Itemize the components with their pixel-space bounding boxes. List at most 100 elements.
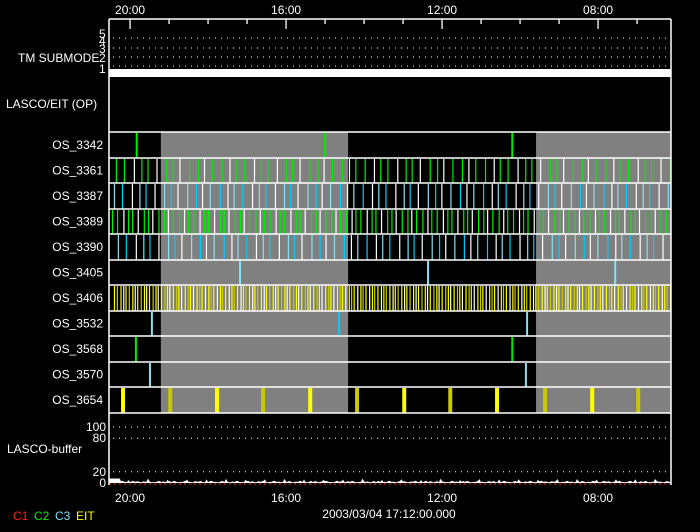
event-mark-os_3387 <box>403 184 405 209</box>
event-mark-os_3387 <box>290 184 292 209</box>
event-mark-os_3387 <box>321 184 323 209</box>
event-mark-os_3361 <box>572 159 574 183</box>
event-mark-os_3390 <box>421 235 423 260</box>
event-mark-os_3406 <box>353 286 355 311</box>
event-mark-os_3389 <box>319 210 321 234</box>
event-mark-os_3387 <box>483 184 485 209</box>
event-mark-os_3387 <box>603 184 605 209</box>
event-mark-os_3406 <box>383 286 385 311</box>
event-mark-os_3406 <box>517 286 519 311</box>
event-mark-os_3361 <box>660 159 662 183</box>
event-mark-os_3389 <box>554 210 556 234</box>
event-mark-os_3387 <box>283 184 286 209</box>
event-mark-os_3361 <box>179 159 181 183</box>
event-mark-os_3387 <box>145 184 147 209</box>
event-mark-os_3389 <box>634 210 636 234</box>
event-mark-os_3406 <box>447 286 449 311</box>
event-mark-os_3406 <box>208 286 210 311</box>
event-mark-os_3406 <box>436 286 438 311</box>
legend-c1: C1 <box>13 509 29 523</box>
event-mark-os_3389 <box>407 210 409 234</box>
event-mark-os_3389 <box>234 210 236 234</box>
event-mark-os_3406 <box>169 286 171 311</box>
event-mark-os_3406 <box>148 286 151 311</box>
event-mark-os_3406 <box>178 286 180 311</box>
event-mark-os_3387 <box>164 184 166 209</box>
event-mark-os_3389 <box>507 210 509 234</box>
event-mark-os_3406 <box>565 286 567 311</box>
event-mark-os_3406 <box>333 286 335 311</box>
event-mark-os_3389 <box>422 210 424 234</box>
event-mark-os_3654 <box>308 388 313 413</box>
event-mark-os_3406 <box>219 286 222 311</box>
event-mark-os_3361 <box>235 159 237 183</box>
event-mark-os_3389 <box>547 210 550 234</box>
buffer-fill-area <box>109 478 671 483</box>
event-mark-os_3361 <box>211 159 213 183</box>
row-label: OS_3389 <box>52 215 103 229</box>
event-mark-os_3389 <box>263 210 265 234</box>
event-mark-os_3387 <box>667 184 669 209</box>
event-mark-os_3406 <box>658 286 660 311</box>
event-mark-os_3361 <box>411 159 413 183</box>
event-mark-os_3389 <box>248 210 251 234</box>
event-mark-os_3570 <box>148 363 151 387</box>
event-mark-os_3390 <box>366 235 368 260</box>
event-mark-os_3406 <box>541 286 543 311</box>
event-mark-os_3389 <box>223 210 225 234</box>
event-mark-os_3389 <box>447 210 449 234</box>
event-mark-os_3387 <box>473 184 475 209</box>
buffer-tick-label: 80 <box>93 431 107 445</box>
event-mark-os_3406 <box>602 286 604 311</box>
event-mark-os_3390 <box>399 235 401 260</box>
event-mark-os_3387 <box>201 184 204 209</box>
event-mark-os_3361 <box>253 159 256 183</box>
event-mark-os_3406 <box>210 286 212 311</box>
event-mark-os_3387 <box>139 184 141 209</box>
event-mark-os_3387 <box>538 184 540 209</box>
event-mark-os_3406 <box>505 286 507 311</box>
event-mark-os_3405 <box>614 261 617 285</box>
event-mark-os_3390 <box>158 235 160 260</box>
event-mark-os_3406 <box>629 286 631 311</box>
event-mark-os_3390 <box>117 235 119 260</box>
event-mark-os_3406 <box>514 286 516 311</box>
event-mark-os_3406 <box>643 286 645 311</box>
event-mark-os_3390 <box>551 235 553 260</box>
event-mark-os_3389 <box>487 210 489 234</box>
event-mark-os_3361 <box>165 159 168 183</box>
event-mark-os_3406 <box>360 286 362 311</box>
event-mark-os_3390 <box>583 235 585 260</box>
event-mark-os_3390 <box>477 235 479 260</box>
event-mark-os_3390 <box>319 235 321 260</box>
event-mark-os_3406 <box>233 286 235 311</box>
event-mark-os_3389 <box>219 210 221 234</box>
event-mark-os_3406 <box>588 286 590 311</box>
event-mark-os_3389 <box>371 210 373 234</box>
event-mark-os_3361 <box>525 159 527 183</box>
event-mark-os_3406 <box>637 286 640 311</box>
event-mark-os_3361 <box>156 159 158 183</box>
event-mark-os_3406 <box>661 286 663 311</box>
event-mark-os_3361 <box>331 159 334 183</box>
event-mark-os_3390 <box>255 235 258 260</box>
event-mark-os_3406 <box>313 286 315 311</box>
event-mark-os_3387 <box>258 184 260 209</box>
event-mark-os_3406 <box>137 286 139 311</box>
event-mark-os_3389 <box>533 210 535 234</box>
event-mark-os_3390 <box>639 235 641 260</box>
event-mark-os_3406 <box>245 286 247 311</box>
event-mark-os_3406 <box>424 286 426 311</box>
event-mark-os_3406 <box>406 286 408 311</box>
event-mark-os_3389 <box>315 210 317 234</box>
legend-c3: C3 <box>55 509 71 523</box>
event-mark-os_3406 <box>617 286 619 311</box>
event-mark-os_3389 <box>624 210 626 234</box>
lasco-eit-op-label: LASCO/EIT (OP) <box>6 97 97 111</box>
event-mark-os_3406 <box>231 286 233 311</box>
event-mark-os_3406 <box>529 286 531 311</box>
event-mark-os_3406 <box>348 286 350 311</box>
event-mark-os_3406 <box>509 286 511 311</box>
event-mark-os_3654 <box>121 388 126 413</box>
event-mark-os_3406 <box>614 286 616 311</box>
